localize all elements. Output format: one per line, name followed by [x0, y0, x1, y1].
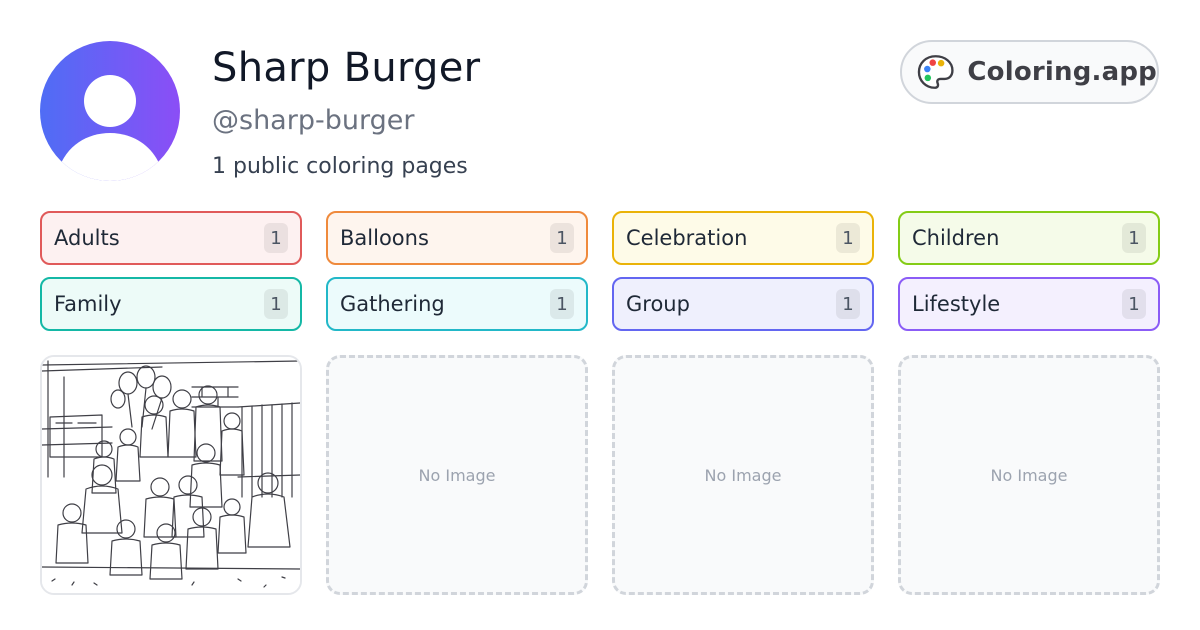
tag-label: Group: [626, 292, 690, 316]
tag-count: 1: [836, 289, 860, 319]
tag-lifestyle[interactable]: Lifestyle 1: [898, 277, 1160, 331]
coloring-page-placeholder[interactable]: No Image: [612, 355, 874, 595]
tag-celebration[interactable]: Celebration 1: [612, 211, 874, 265]
tag-group[interactable]: Group 1: [612, 277, 874, 331]
tag-count: 1: [550, 223, 574, 253]
tag-count: 1: [1122, 223, 1146, 253]
tag-label: Adults: [54, 226, 120, 250]
coloring-page-placeholder[interactable]: No Image: [898, 355, 1160, 595]
tag-count: 1: [550, 289, 574, 319]
coloring-page-placeholder[interactable]: No Image: [326, 355, 588, 595]
tag-balloons[interactable]: Balloons 1: [326, 211, 588, 265]
page-count: 1 public coloring pages: [212, 154, 468, 179]
tag-count: 1: [264, 223, 288, 253]
tag-label: Family: [54, 292, 122, 316]
tag-label: Children: [912, 226, 1000, 250]
tag-count: 1: [264, 289, 288, 319]
brand-label: Coloring.app: [967, 57, 1157, 87]
tag-label: Celebration: [626, 226, 748, 250]
tag-list: Adults 1 Balloons 1 Celebration 1 Childr…: [40, 211, 1160, 331]
tag-gathering[interactable]: Gathering 1: [326, 277, 588, 331]
coloring-page-grid: No Image No Image No Image: [40, 355, 1160, 595]
profile-name: Sharp Burger: [212, 45, 481, 91]
tag-adults[interactable]: Adults 1: [40, 211, 302, 265]
tag-label: Lifestyle: [912, 292, 1001, 316]
tag-label: Gathering: [340, 292, 445, 316]
profile-handle[interactable]: @sharp-burger: [212, 103, 414, 139]
coloring-page-thumbnail[interactable]: [40, 355, 302, 595]
tag-children[interactable]: Children 1: [898, 211, 1160, 265]
tag-family[interactable]: Family 1: [40, 277, 302, 331]
palette-icon: [917, 55, 954, 89]
user-silhouette-icon: [58, 75, 162, 181]
profile-card: Sharp Burger @sharp-burger 1 public colo…: [0, 0, 1200, 630]
no-image-text: No Image: [418, 465, 496, 485]
tag-label: Balloons: [340, 226, 429, 250]
no-image-text: No Image: [704, 465, 782, 485]
avatar[interactable]: [40, 41, 180, 181]
tag-count: 1: [836, 223, 860, 253]
coloring-page-illustration: [42, 357, 300, 593]
tag-count: 1: [1122, 289, 1146, 319]
brand-link[interactable]: Coloring.app: [900, 40, 1159, 104]
no-image-text: No Image: [990, 465, 1068, 485]
